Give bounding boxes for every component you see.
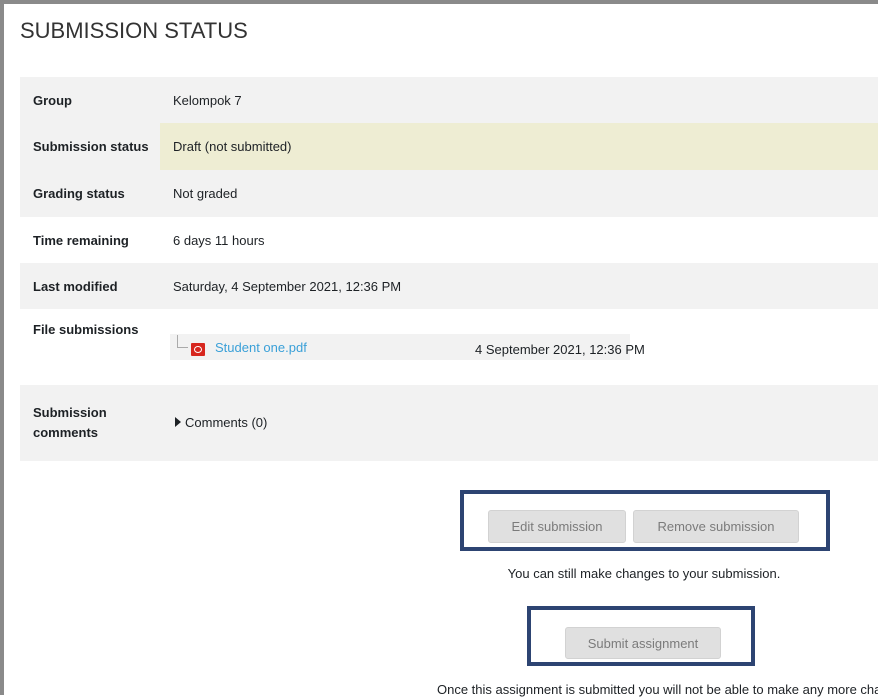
table-row-submission-status: Submission status Draft (not submitted) <box>20 123 878 170</box>
tree-connector <box>177 335 188 348</box>
row-label: Time remaining <box>20 217 160 263</box>
table-row-last-modified: Last modified Saturday, 4 September 2021… <box>20 263 878 309</box>
grading-status-value: Not graded <box>160 170 878 217</box>
submission-comments-label-line2: comments <box>33 425 99 440</box>
row-label: File submissions <box>20 309 160 385</box>
row-label: Grading status <box>20 170 160 217</box>
submission-comments-cell <box>160 385 878 461</box>
group-value: Kelompok 7 <box>160 77 878 123</box>
remove-submission-button[interactable]: Remove submission <box>633 510 799 543</box>
file-link[interactable]: Student one.pdf <box>215 340 307 355</box>
comments-toggle-label: Comments (0) <box>185 415 268 430</box>
table-row-grading-status: Grading status Not graded <box>20 170 878 217</box>
edit-note: You can still make changes to your submi… <box>507 566 781 581</box>
row-label: Submission status <box>20 123 160 170</box>
comments-toggle[interactable]: Comments (0) <box>175 415 267 430</box>
expand-triangle-icon <box>175 417 181 427</box>
row-label: Submission comments <box>20 385 160 461</box>
table-row-submission-comments: Submission comments <box>20 385 878 461</box>
submit-assignment-button[interactable]: Submit assignment <box>565 627 721 659</box>
row-label: Group <box>20 77 160 123</box>
row-label: Last modified <box>20 263 160 309</box>
page-title: SUBMISSION STATUS <box>20 18 248 43</box>
submission-comments-label-line1: Submission <box>33 405 107 420</box>
pdf-icon <box>191 343 205 356</box>
time-remaining-value: 6 days 11 hours <box>160 217 878 263</box>
submission-status-value: Draft (not submitted) <box>160 123 878 170</box>
last-modified-value: Saturday, 4 September 2021, 12:36 PM <box>160 263 878 309</box>
file-date: 4 September 2021, 12:36 PM <box>475 342 645 357</box>
submission-status-table: Group Kelompok 7 Submission status Draft… <box>20 77 878 461</box>
table-row-time-remaining: Time remaining 6 days 11 hours <box>20 217 878 263</box>
table-row-group: Group Kelompok 7 <box>20 77 878 123</box>
edit-submission-button[interactable]: Edit submission <box>488 510 626 543</box>
